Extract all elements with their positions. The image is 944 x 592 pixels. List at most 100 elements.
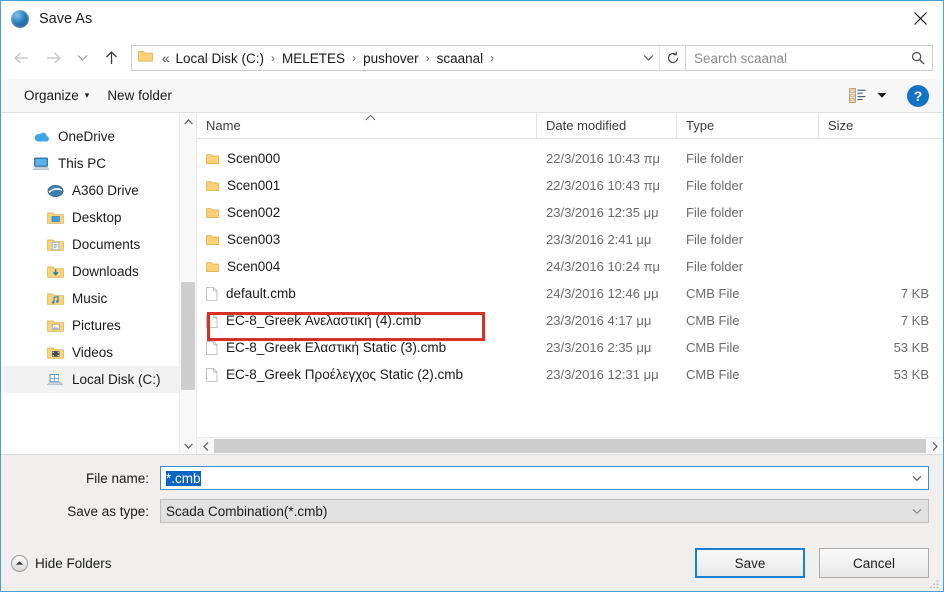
table-row[interactable]: Scen001 22/3/2016 10:43 πμ File folder — [197, 172, 943, 199]
close-icon[interactable] — [897, 1, 943, 36]
file-icon — [206, 286, 218, 301]
file-name-value[interactable]: *.cmb — [161, 470, 906, 486]
chevron-down-icon[interactable] — [637, 46, 659, 70]
sidebar-item-desktop[interactable]: Desktop — [1, 204, 196, 231]
view-options-chevron-down-icon[interactable] — [871, 84, 893, 108]
breadcrumb-separator[interactable]: › — [347, 51, 361, 65]
chevron-down-icon[interactable] — [180, 437, 196, 454]
breadcrumb-separator[interactable]: › — [266, 51, 280, 65]
refresh-icon[interactable] — [659, 46, 685, 70]
column-header-date-modified[interactable]: Date modified — [537, 113, 677, 138]
documents-folder-icon — [45, 236, 65, 254]
scrollbar-thumb[interactable] — [181, 282, 195, 390]
file-date-cell: 22/3/2016 10:43 πμ — [546, 151, 661, 166]
breadcrumb-item-3[interactable]: scaanal — [435, 51, 486, 66]
table-row[interactable]: EC-8_Greek Ανελαστική (4).cmb 23/3/2016 … — [197, 307, 943, 334]
search-icon[interactable] — [904, 46, 932, 70]
chevron-up-icon[interactable] — [180, 113, 196, 130]
new-folder-button[interactable]: New folder — [98, 84, 181, 107]
chevron-left-icon[interactable] — [197, 438, 214, 454]
save-button[interactable]: Save — [695, 548, 805, 578]
file-date-cell: 24/3/2016 10:24 πμ — [546, 259, 661, 274]
file-name-input[interactable]: *.cmb — [160, 466, 929, 490]
breadcrumb-item-2[interactable]: pushover — [361, 51, 421, 66]
sidebar-item-this-pc[interactable]: This PC — [1, 150, 196, 177]
up-button[interactable] — [95, 43, 127, 73]
file-icon — [206, 367, 218, 382]
recent-locations-button[interactable] — [69, 43, 95, 73]
cancel-button[interactable]: Cancel — [819, 548, 929, 578]
sidebar-item-local-disk-c[interactable]: Local Disk (C:) — [1, 366, 196, 393]
help-icon[interactable]: ? — [907, 84, 929, 107]
sidebar-item-label: Pictures — [72, 318, 121, 333]
sidebar-item-music[interactable]: Music — [1, 285, 196, 312]
file-name-cell: default.cmb — [197, 286, 537, 301]
save-as-type-select[interactable]: Scada Combination(*.cmb) — [160, 499, 929, 523]
list-view-icon[interactable] — [843, 84, 871, 108]
breadcrumb-separator[interactable]: › — [485, 51, 499, 65]
file-name-chevron-down-icon[interactable] — [906, 467, 928, 489]
table-row[interactable]: Scen000 22/3/2016 10:43 πμ File folder — [197, 145, 943, 172]
table-row[interactable]: Scen004 24/3/2016 10:24 πμ File folder — [197, 253, 943, 280]
chevron-right-icon[interactable] — [926, 438, 943, 454]
file-date-cell: 23/3/2016 2:41 μμ — [546, 232, 652, 247]
scrollbar-track[interactable] — [214, 438, 926, 454]
navigation-pane: OneDrive This PC A360 Drive Desktop Docu… — [1, 113, 197, 454]
breadcrumb: « Local Disk (C:) › MELETES › pushover ›… — [160, 51, 637, 66]
folder-icon — [206, 207, 219, 219]
table-row[interactable]: Scen003 23/3/2016 2:41 μμ File folder — [197, 226, 943, 253]
file-icon — [206, 313, 218, 328]
folder-icon — [206, 153, 219, 165]
save-as-type-chevron-down-icon[interactable] — [906, 500, 928, 522]
sidebar-item-onedrive[interactable]: OneDrive — [1, 123, 196, 150]
column-header-name[interactable]: Name — [197, 113, 537, 138]
search-box[interactable] — [686, 45, 933, 71]
this-pc-icon — [31, 155, 51, 173]
hide-folders-label: Hide Folders — [35, 555, 112, 571]
file-type-cell: CMB File — [686, 367, 740, 382]
column-header-size[interactable]: Size — [819, 113, 943, 138]
file-icon — [206, 340, 218, 355]
file-date-cell: 23/3/2016 2:35 μμ — [546, 340, 652, 355]
sidebar-item-documents[interactable]: Documents — [1, 231, 196, 258]
sidebar-item-a360-drive[interactable]: A360 Drive — [1, 177, 196, 204]
address-bar[interactable]: « Local Disk (C:) › MELETES › pushover ›… — [131, 45, 686, 71]
navigation-list: OneDrive This PC A360 Drive Desktop Docu… — [1, 113, 196, 454]
table-row[interactable]: EC-8_Greek Ελαστική Static (3).cmb 23/3/… — [197, 334, 943, 361]
navigation-pane-scrollbar[interactable] — [179, 113, 196, 454]
table-row[interactable]: Scen002 23/3/2016 12:35 μμ File folder — [197, 199, 943, 226]
organize-button[interactable]: Organize ▾ — [15, 84, 98, 107]
forward-button[interactable] — [37, 43, 69, 73]
resize-grip[interactable] — [928, 577, 940, 589]
sidebar-item-downloads[interactable]: Downloads — [1, 258, 196, 285]
column-header-type[interactable]: Type — [677, 113, 819, 138]
file-name-cell: EC-8_Greek Προέλεγχος Static (2).cmb — [197, 367, 537, 382]
breadcrumb-separator[interactable]: › — [421, 51, 435, 65]
sidebar-item-videos[interactable]: Videos — [1, 339, 196, 366]
table-row[interactable]: default.cmb 24/3/2016 12:46 μμ CMB File … — [197, 280, 943, 307]
scrollbar-thumb[interactable] — [214, 439, 926, 453]
file-type-cell: CMB File — [686, 313, 740, 328]
back-button[interactable] — [5, 43, 37, 73]
save-as-type-label: Save as type: — [67, 503, 149, 519]
scrollbar-track[interactable] — [180, 130, 196, 437]
table-row[interactable]: EC-8_Greek Προέλεγχος Static (2).cmb 23/… — [197, 361, 943, 388]
breadcrumb-overflow[interactable]: « — [160, 51, 174, 66]
save-as-type-value: Scada Combination(*.cmb) — [166, 503, 328, 519]
file-name-label: default.cmb — [226, 286, 296, 301]
file-date-cell: 22/3/2016 10:43 πμ — [546, 178, 661, 193]
sidebar-item-pictures[interactable]: Pictures — [1, 312, 196, 339]
file-size-cell: 53 KB — [893, 340, 929, 355]
sidebar-item-label: Music — [72, 291, 108, 306]
search-input[interactable] — [686, 50, 904, 66]
column-header-label: Type — [686, 118, 715, 133]
hide-folders-button[interactable]: Hide Folders — [11, 554, 112, 572]
file-type-cell: File folder — [686, 232, 744, 247]
folder-icon — [206, 180, 219, 192]
sort-ascending-icon — [365, 109, 376, 124]
file-name-label: Scen000 — [227, 151, 281, 166]
column-header-label: Date modified — [546, 118, 627, 133]
breadcrumb-item-0[interactable]: Local Disk (C:) — [174, 51, 267, 66]
file-list-horizontal-scrollbar[interactable] — [197, 437, 943, 454]
breadcrumb-item-1[interactable]: MELETES — [280, 51, 347, 66]
